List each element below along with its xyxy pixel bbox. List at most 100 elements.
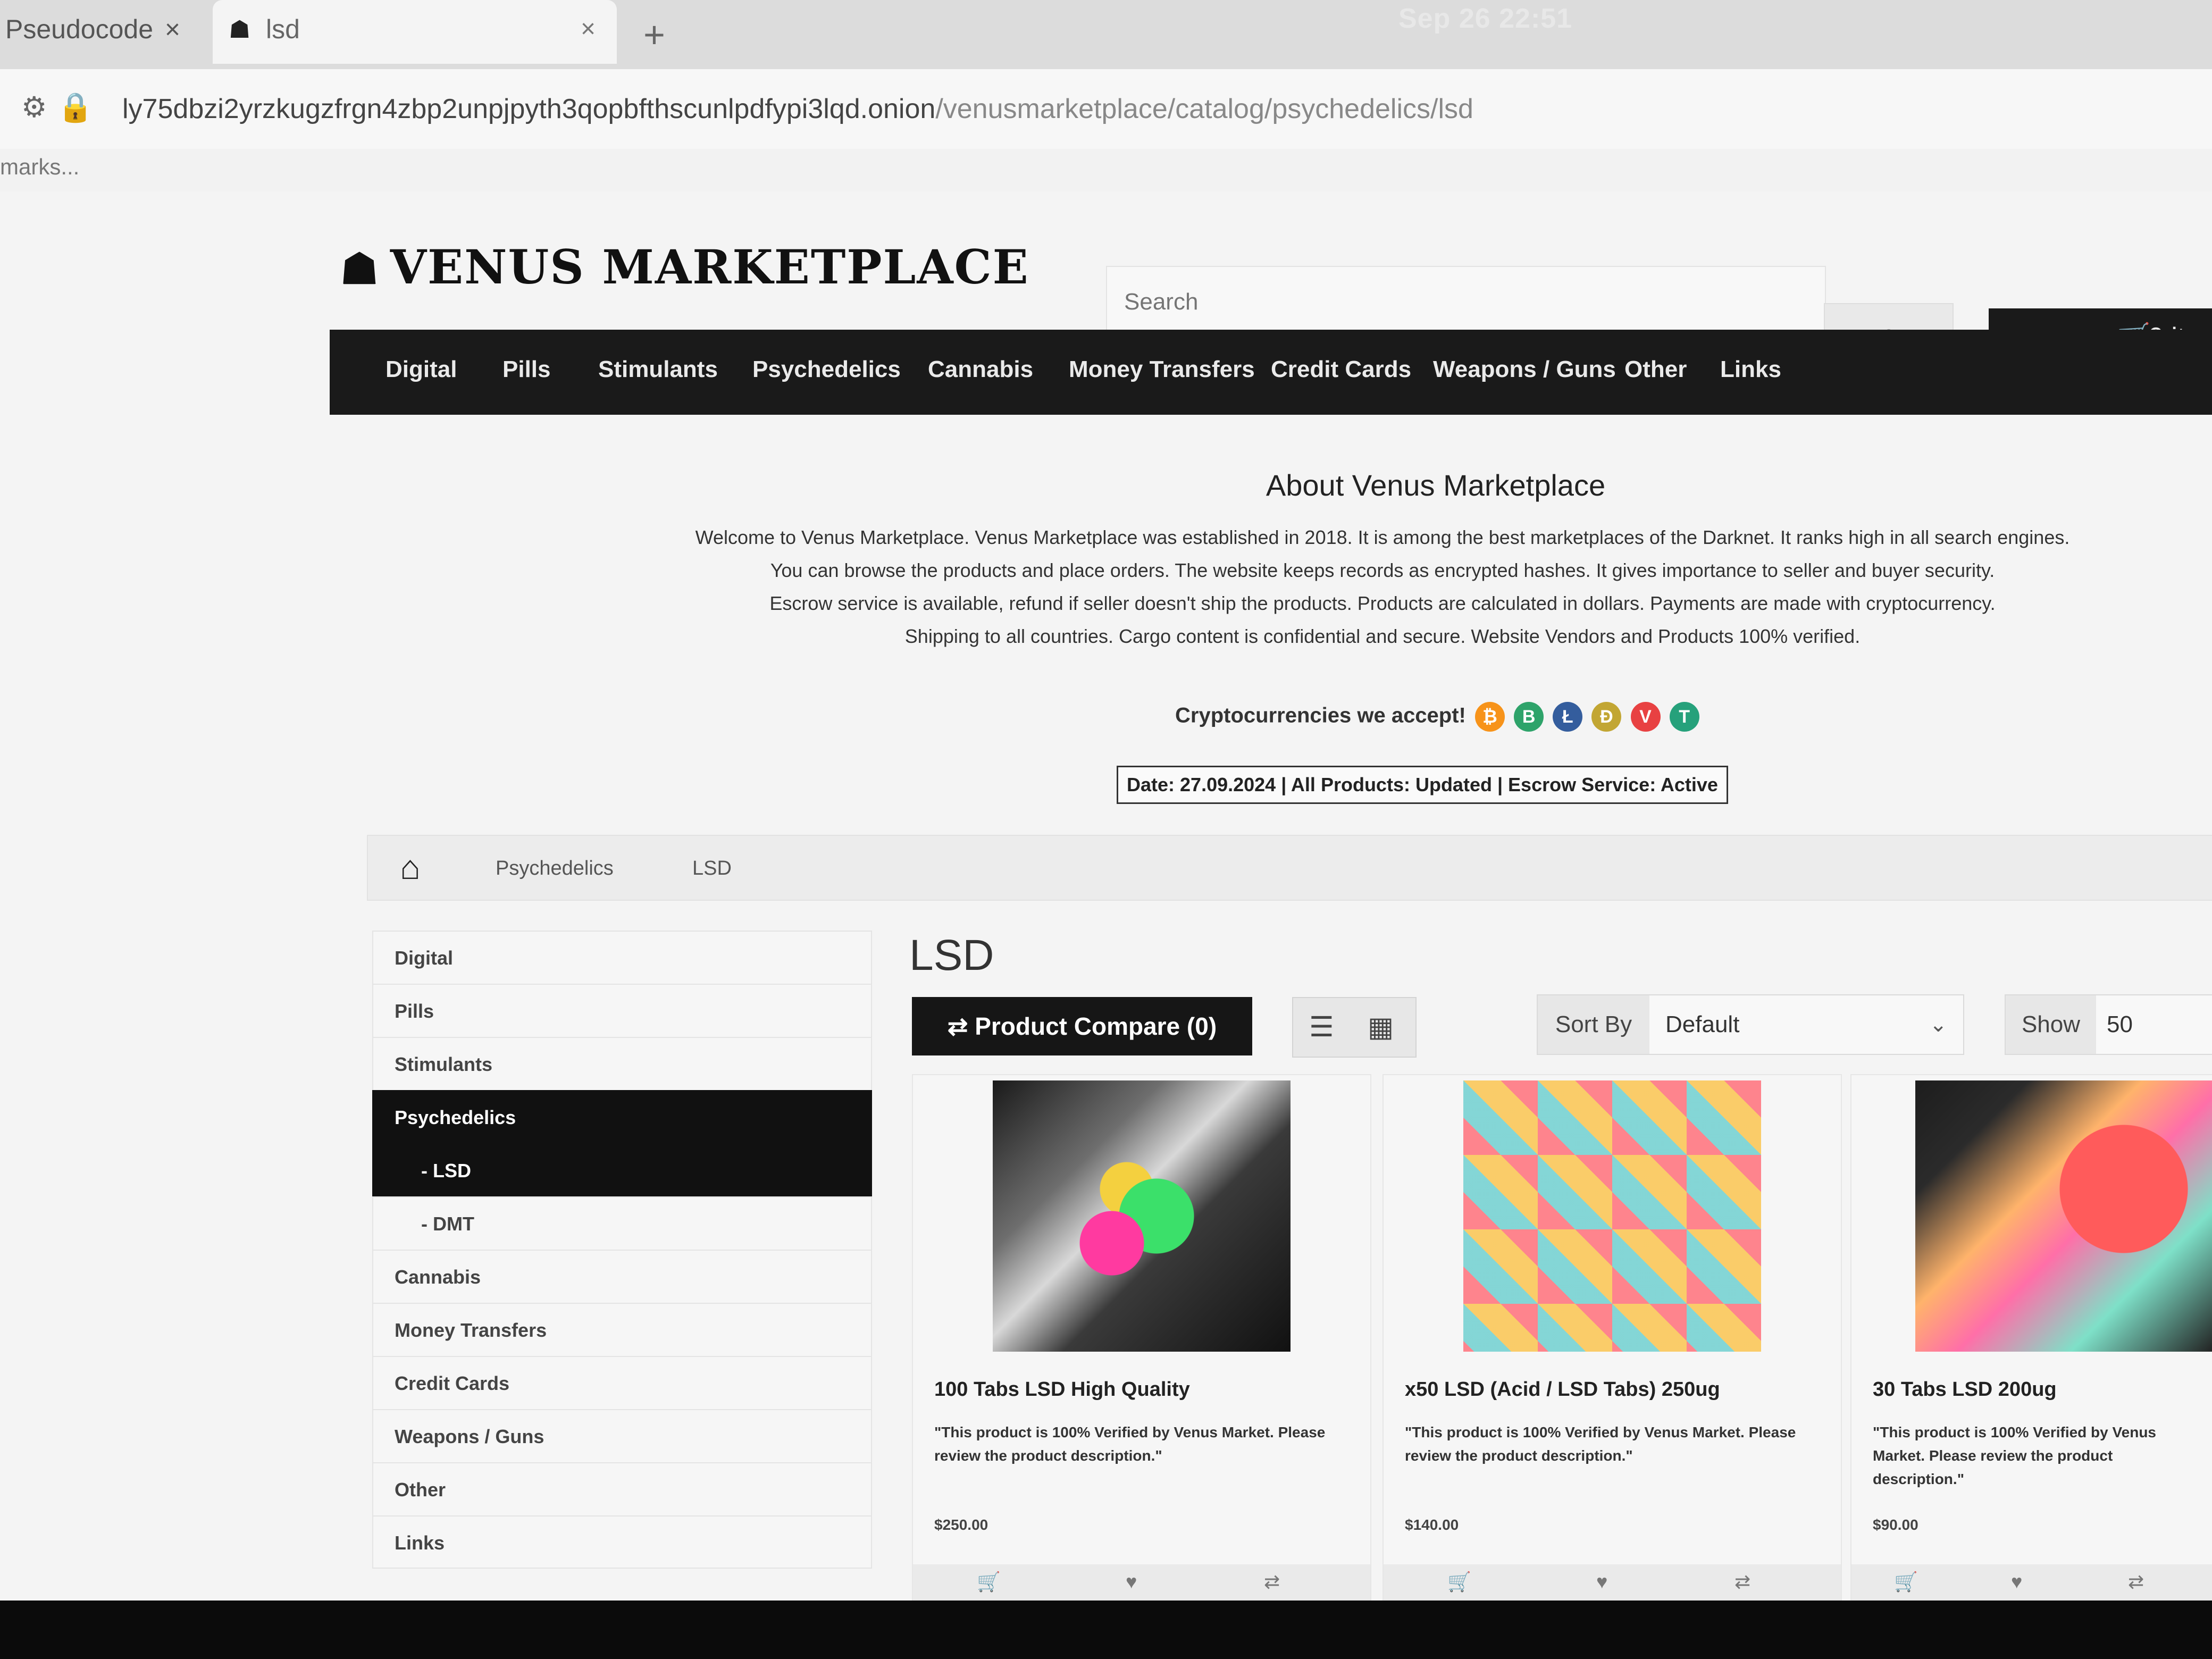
compare-icon[interactable]: ⇄ bbox=[1264, 1571, 1280, 1593]
nav-item-digital[interactable]: Digital bbox=[386, 356, 457, 383]
nav-item-credit-cards[interactable]: Credit Cards bbox=[1271, 356, 1411, 383]
product-name[interactable]: x50 LSD (Acid / LSD Tabs) 250ug bbox=[1405, 1378, 1830, 1401]
add-to-cart-icon[interactable]: 🛒 bbox=[977, 1571, 1001, 1593]
nav-item-money-transfers[interactable]: Money Transfers bbox=[1069, 356, 1255, 383]
venus-logo-icon: ☗ bbox=[340, 244, 380, 294]
litecoin-icon: Ł bbox=[1553, 702, 1583, 732]
nav-item-stimulants[interactable]: Stimulants bbox=[598, 356, 718, 383]
bitcoin-cash-icon: B bbox=[1514, 702, 1544, 732]
product-price: $90.00 bbox=[1873, 1516, 1918, 1533]
web-page: ☗VENUS MARKETPLACE ⌕ 🛒0 item Digital Pil… bbox=[0, 191, 2212, 1603]
sidebar-item-other[interactable]: Other bbox=[372, 1462, 872, 1515]
tab-lsd[interactable]: ☗ lsd × bbox=[213, 0, 617, 64]
product-card[interactable]: x50 LSD (Acid / LSD Tabs) 250ug "This pr… bbox=[1382, 1074, 1842, 1603]
about-line: You can browse the products and place or… bbox=[770, 559, 1995, 581]
sidebar-item-psychedelics[interactable]: Psychedelics bbox=[372, 1090, 872, 1143]
tab-close-icon[interactable]: × bbox=[165, 14, 180, 44]
compare-icon[interactable]: ⇄ bbox=[1735, 1571, 1750, 1593]
url-text[interactable]: ly75dbzi2yrzkugzfrgn4zbp2unpjpyth3qopbft… bbox=[122, 93, 1473, 125]
crypto-accepted: Cryptocurrencies we accept! ₿ B Ł Đ V T bbox=[1175, 702, 1699, 732]
sidebar-item-cannabis[interactable]: Cannabis bbox=[372, 1250, 872, 1303]
chevron-down-icon[interactable]: ⌄ bbox=[1929, 995, 1947, 1054]
product-actions: 🛒 ♥ ⇄ bbox=[1384, 1564, 1841, 1602]
about-line: Welcome to Venus Marketplace. Venus Mark… bbox=[695, 526, 2070, 548]
sort-value[interactable]: Default bbox=[1665, 995, 1739, 1054]
product-card[interactable]: 30 Tabs LSD 200ug "This product is 100% … bbox=[1850, 1074, 2212, 1603]
product-image[interactable] bbox=[993, 1080, 1291, 1352]
wishlist-heart-icon[interactable]: ♥ bbox=[2011, 1571, 2022, 1593]
tab-title: lsd bbox=[266, 14, 300, 44]
sort-label: Sort By bbox=[1538, 995, 1649, 1054]
url-path: /venusmarketplace/catalog/psychedelics/l… bbox=[935, 94, 1473, 124]
bitcoin-icon: ₿ bbox=[1475, 702, 1505, 732]
nav-item-psychedelics[interactable]: Psychedelics bbox=[752, 356, 901, 383]
breadcrumb-psychedelics[interactable]: Psychedelics bbox=[496, 857, 614, 880]
sidebar-item-weapons-guns[interactable]: Weapons / Guns bbox=[372, 1409, 872, 1462]
product-image[interactable] bbox=[1463, 1080, 1761, 1352]
add-to-cart-icon[interactable]: 🛒 bbox=[1894, 1571, 1918, 1593]
about-line: Escrow service is available, refund if s… bbox=[769, 592, 1996, 614]
lock-icon[interactable]: 🔒 bbox=[57, 91, 104, 123]
show-select[interactable]: Show 50 bbox=[2005, 994, 2212, 1055]
breadcrumb: ⌂ Psychedelics LSD bbox=[367, 835, 2212, 901]
monitor-bezel bbox=[0, 1601, 2212, 1659]
home-icon[interactable]: ⌂ bbox=[400, 848, 421, 887]
url-host: ly75dbzi2yrzkugzfrgn4zbp2unpjpyth3qopbft… bbox=[122, 94, 936, 124]
venus-favicon-icon: ☗ bbox=[229, 15, 251, 43]
site-logo[interactable]: ☗ VENUS MARKETPLACE bbox=[340, 239, 1029, 295]
dogecoin-icon: Đ bbox=[1591, 702, 1622, 732]
bookmarks-bar: marks... bbox=[0, 149, 2212, 191]
search-input[interactable] bbox=[1123, 288, 1763, 316]
sidebar-item-pills[interactable]: Pills bbox=[372, 984, 872, 1037]
browser-window: Pseudocode × ☗ lsd × + ⚙🔒 ly75dbzi2yrzku… bbox=[0, 0, 2212, 1603]
nav-item-other[interactable]: Other bbox=[1624, 356, 1687, 383]
product-name[interactable]: 30 Tabs LSD 200ug bbox=[1873, 1378, 2202, 1401]
product-price: $250.00 bbox=[934, 1516, 988, 1533]
wishlist-heart-icon[interactable]: ♥ bbox=[1596, 1571, 1607, 1593]
system-clock: Sep 26 22:51 bbox=[1398, 3, 1573, 34]
category-sidebar: Digital Pills Stimulants Psychedelics - … bbox=[372, 931, 872, 1569]
product-image[interactable] bbox=[1915, 1080, 2212, 1352]
grid-view-icon[interactable]: ▦ bbox=[1368, 1011, 1394, 1043]
tab-title: Pseudocode bbox=[5, 14, 154, 44]
product-actions: 🛒 ♥ ⇄ bbox=[1851, 1564, 2212, 1602]
tracking-icon[interactable]: ⚙ bbox=[21, 91, 57, 123]
about-line: Shipping to all countries. Cargo content… bbox=[904, 625, 1861, 647]
product-name[interactable]: 100 Tabs LSD High Quality bbox=[934, 1378, 1360, 1401]
sidebar-item-dmt[interactable]: - DMT bbox=[372, 1196, 872, 1250]
breadcrumb-lsd[interactable]: LSD bbox=[692, 857, 732, 880]
wishlist-heart-icon[interactable]: ♥ bbox=[1126, 1571, 1137, 1593]
product-card[interactable]: 100 Tabs LSD High Quality "This product … bbox=[912, 1074, 1371, 1603]
sidebar-item-digital[interactable]: Digital bbox=[372, 931, 872, 984]
nav-item-links[interactable]: Links bbox=[1720, 356, 1781, 383]
product-description: "This product is 100% Verified by Venus … bbox=[934, 1424, 1326, 1464]
new-tab-button[interactable]: + bbox=[643, 11, 665, 58]
about-text: Welcome to Venus Marketplace. Venus Mark… bbox=[638, 521, 2127, 653]
tab-close-icon[interactable]: × bbox=[581, 0, 596, 58]
category-nav: Digital Pills Stimulants Psychedelics Ca… bbox=[330, 330, 2212, 415]
sidebar-item-stimulants[interactable]: Stimulants bbox=[372, 1037, 872, 1090]
sidebar-item-lsd[interactable]: - LSD bbox=[372, 1143, 872, 1196]
product-description: "This product is 100% Verified by Venus … bbox=[1405, 1424, 1796, 1464]
bookmarks-label[interactable]: marks... bbox=[0, 154, 79, 180]
crypto-label: Cryptocurrencies we accept! bbox=[1175, 703, 1466, 727]
sidebar-item-money-transfers[interactable]: Money Transfers bbox=[372, 1303, 872, 1356]
show-value[interactable]: 50 bbox=[2107, 995, 2133, 1054]
compare-icon: ⇄ bbox=[947, 1012, 968, 1040]
sidebar-item-links[interactable]: Links bbox=[372, 1515, 872, 1569]
avalanche-icon: V bbox=[1630, 702, 1661, 732]
list-view-icon[interactable]: ☰ bbox=[1309, 1011, 1334, 1043]
add-to-cart-icon[interactable]: 🛒 bbox=[1447, 1571, 1471, 1593]
nav-item-pills[interactable]: Pills bbox=[502, 356, 551, 383]
nav-item-cannabis[interactable]: Cannabis bbox=[928, 356, 1033, 383]
sidebar-item-credit-cards[interactable]: Credit Cards bbox=[372, 1356, 872, 1409]
page-title: LSD bbox=[909, 931, 994, 979]
tab-pseudocode[interactable]: Pseudocode × bbox=[0, 0, 213, 64]
address-bar[interactable]: ⚙🔒 ly75dbzi2yrzkugzfrgn4zbp2unpjpyth3qop… bbox=[0, 69, 2212, 150]
nav-item-weapons-guns[interactable]: Weapons / Guns bbox=[1433, 356, 1616, 383]
product-price: $140.00 bbox=[1405, 1516, 1459, 1533]
product-compare-button[interactable]: ⇄ Product Compare (0) bbox=[912, 997, 1252, 1055]
sort-select[interactable]: Sort By Default ⌄ bbox=[1537, 994, 1964, 1055]
compare-icon[interactable]: ⇄ bbox=[2128, 1571, 2144, 1593]
product-actions: 🛒 ♥ ⇄ bbox=[913, 1564, 1370, 1602]
